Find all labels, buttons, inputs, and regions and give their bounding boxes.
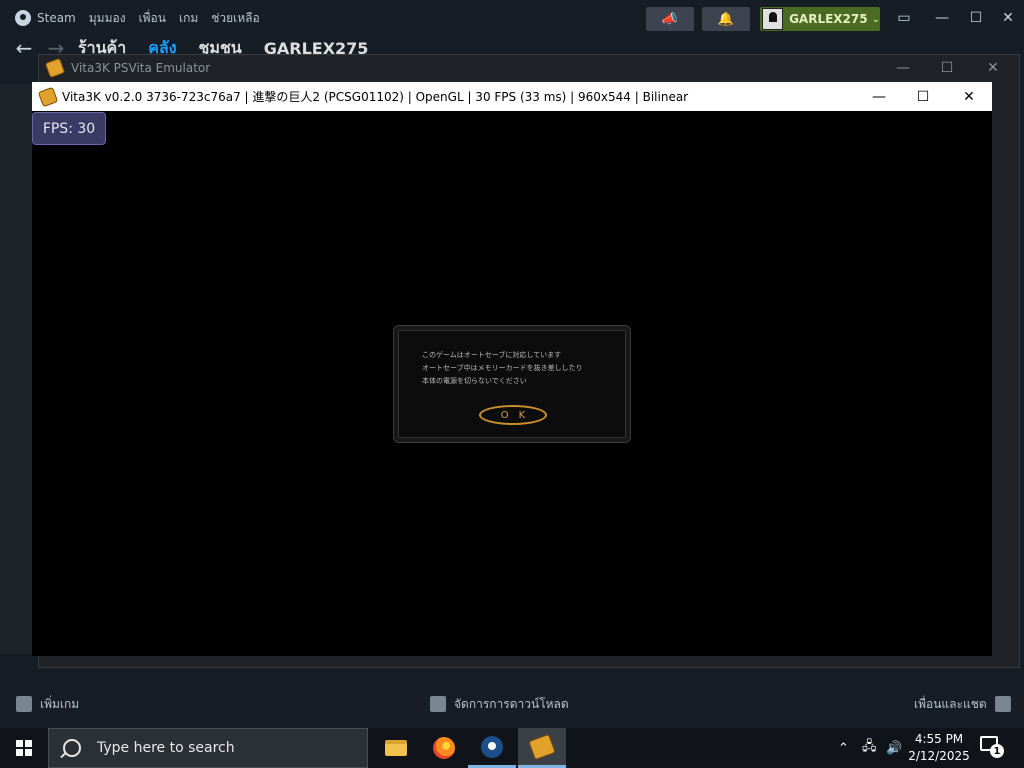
vita3k-main-close-button[interactable]: ✕ [979, 56, 1007, 80]
chevron-up-icon: ⌃ [838, 740, 849, 756]
clock-date: 2/12/2025 [908, 749, 970, 763]
steam-maximize-button[interactable]: ☐ [962, 6, 990, 30]
game-close-button[interactable]: ✕ [946, 82, 992, 111]
minimize-icon: — [896, 60, 910, 76]
taskbar-firefox[interactable] [420, 728, 468, 768]
speaker-icon: 🔊 [886, 740, 903, 756]
notifications-button[interactable]: 🔔 [702, 7, 750, 31]
start-button[interactable] [0, 728, 48, 768]
minimize-icon: — [935, 10, 949, 26]
game-maximize-button[interactable]: ☐ [900, 82, 946, 111]
vita3k-icon [37, 86, 59, 107]
dialog-text-line: このゲームはオートセーブに対応しています [422, 351, 562, 359]
folder-icon [385, 740, 407, 756]
friends-icon [994, 696, 1011, 712]
menu-help[interactable]: ช่วยเหลือ [211, 9, 260, 28]
add-game-button[interactable]: เพิ่มเกม [16, 695, 79, 714]
vita3k-main-minimize-button[interactable]: — [889, 56, 917, 80]
manage-downloads-button[interactable]: จัดการการดาวน์โหลด [430, 695, 569, 714]
username-label: GARLEX275 [789, 12, 868, 26]
menu-games[interactable]: เกม [179, 9, 198, 28]
taskbar-vita3k[interactable] [518, 728, 566, 768]
steam-close-button[interactable]: ✕ [994, 6, 1022, 30]
fps-overlay: FPS: 30 [32, 112, 106, 145]
maximize-icon: ☐ [940, 60, 954, 76]
vita3k-icon [528, 733, 556, 760]
game-minimize-button[interactable]: — [856, 82, 902, 111]
vita3k-icon [44, 57, 66, 79]
vita3k-main-titlebar: Vita3K PSVita Emulator — ☐ ✕ [39, 55, 1019, 81]
taskbar-clock[interactable]: 4:55 PM 2/12/2025 [904, 731, 974, 765]
manage-downloads-label: จัดการการดาวน์โหลด [454, 696, 569, 711]
chevron-down-icon: ⌄ [871, 13, 880, 25]
vita3k-main-title: Vita3K PSVita Emulator [71, 61, 211, 75]
maximize-icon: ☐ [916, 88, 930, 105]
clock-time: 4:55 PM [914, 732, 964, 746]
close-icon: ✕ [1002, 10, 1014, 26]
menu-steam[interactable]: Steam [37, 11, 76, 25]
vita3k-main-maximize-button[interactable]: ☐ [933, 56, 961, 80]
notification-count-badge: 1 [990, 744, 1004, 758]
taskbar-search[interactable]: Type here to search [48, 728, 368, 768]
windows-logo-icon [16, 740, 32, 756]
vita3k-game-titlebar: Vita3K v0.2.0 3736-723c76a7 | 進撃の巨人2 (PC… [32, 82, 992, 111]
friends-chat-button[interactable]: เพื่อนและแชต [914, 695, 1011, 714]
megaphone-icon: 📣 [661, 11, 679, 27]
action-center-button[interactable]: 1 [980, 736, 1004, 760]
steam-bottom-bar: เพิ่มเกม จัดการการดาวน์โหลด เพื่อนและแชต [0, 680, 1024, 728]
ok-button[interactable]: OK [479, 405, 547, 425]
menu-friends[interactable]: เพื่อน [139, 9, 166, 28]
download-icon [430, 696, 446, 712]
bell-icon: 🔔 [717, 11, 735, 27]
firefox-icon [433, 737, 455, 759]
add-game-label: เพิ่มเกม [40, 696, 80, 711]
plus-icon [16, 696, 32, 712]
back-arrow-icon[interactable]: ← [8, 36, 40, 60]
close-icon: ✕ [963, 88, 975, 105]
network-icon: 🖧 [862, 739, 877, 754]
show-hidden-icons-button[interactable]: ⌃ [838, 728, 849, 768]
vita3k-game-title: Vita3K v0.2.0 3736-723c76a7 | 進撃の巨人2 (PC… [62, 90, 689, 104]
announcements-button[interactable]: 📣 [646, 7, 694, 31]
steam-logo-icon [15, 10, 31, 26]
search-placeholder: Type here to search [97, 740, 235, 756]
big-picture-button[interactable]: ▭ [890, 6, 918, 30]
menu-view[interactable]: มุมมอง [89, 9, 126, 28]
dialog-text-line: オートセーブ中はメモリーカードを抜き差ししたり [422, 364, 583, 372]
monitor-icon: ▭ [897, 10, 911, 26]
steam-icon [481, 735, 503, 758]
avatar [762, 8, 784, 30]
network-button[interactable]: 🖧 [862, 728, 877, 768]
windows-taskbar: Type here to search ⌃ 🖧 🔊 4:55 PM 2/12/2… [0, 728, 1024, 768]
steam-minimize-button[interactable]: — [928, 6, 956, 30]
account-menu-button[interactable]: GARLEX275 ⌄ [760, 7, 880, 31]
taskbar-file-explorer[interactable] [372, 728, 420, 768]
autosave-dialog: このゲームはオートセーブに対応しています オートセーブ中はメモリーカードを抜き差… [393, 325, 631, 443]
taskbar-steam[interactable] [468, 728, 516, 768]
dialog-text-line: 本体の電源を切らないでください [422, 377, 527, 385]
friends-chat-label: เพื่อนและแชต [914, 696, 987, 711]
close-icon: ✕ [987, 60, 999, 76]
minimize-icon: — [872, 88, 886, 105]
steam-menubar: Steam มุมมอง เพื่อน เกม ช่วยเหลือ 📣 🔔 GA… [0, 0, 1024, 36]
library-sidebar [0, 84, 32, 654]
maximize-icon: ☐ [969, 10, 983, 26]
volume-button[interactable]: 🔊 [886, 728, 902, 768]
search-icon [63, 739, 81, 757]
